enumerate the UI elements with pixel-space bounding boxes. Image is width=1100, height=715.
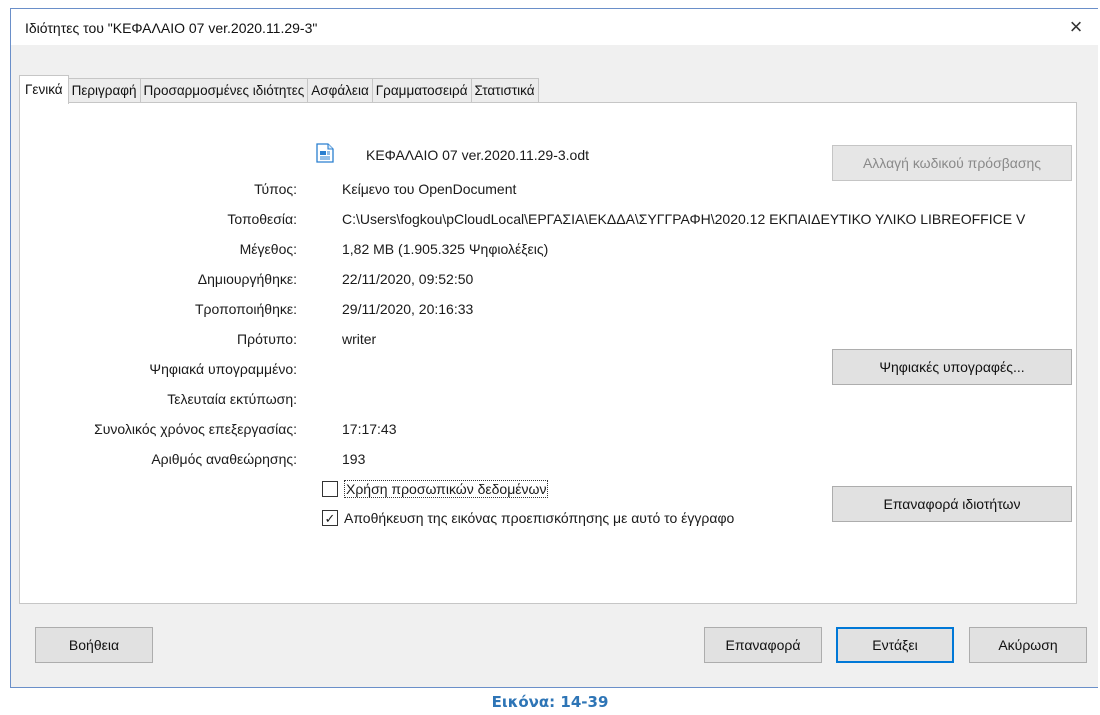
- help-button[interactable]: Βοήθεια: [35, 627, 153, 663]
- reset-button[interactable]: Επαναφορά: [704, 627, 822, 663]
- size-label: Μέγεθος:: [239, 241, 297, 257]
- writer-document-icon: [316, 143, 334, 163]
- tab-security[interactable]: Ασφάλεια: [307, 78, 373, 103]
- location-value: C:\Users\fogkou\pCloudLocal\ΕΡΓΑΣΙΑ\ΕΚΔΔ…: [342, 211, 1026, 227]
- dialog-title: Ιδιότητες του "ΚΕΦΑΛΑΙΟ 07 ver.2020.11.2…: [25, 20, 318, 36]
- modified-value: 29/11/2020, 20:16:33: [342, 301, 474, 317]
- ok-button[interactable]: Εντάξει: [836, 627, 954, 663]
- template-value: writer: [342, 331, 377, 347]
- reset-properties-button[interactable]: Επαναφορά ιδιοτήτων: [832, 486, 1072, 522]
- tab-description[interactable]: Περιγραφή: [67, 78, 141, 103]
- revision-number-value: 193: [342, 451, 366, 467]
- revision-number-label: Αριθμός αναθεώρησης:: [151, 451, 297, 467]
- created-label: Δημιουργήθηκε:: [197, 271, 297, 287]
- tab-font[interactable]: Γραμματοσειρά: [371, 78, 472, 103]
- close-button[interactable]: ×: [1062, 13, 1090, 41]
- tab-custom-properties[interactable]: Προσαρμοσμένες ιδιότητες: [139, 78, 309, 103]
- type-label: Τύπος:: [254, 181, 297, 197]
- total-editing-time-label: Συνολικός χρόνος επεξεργασίας:: [94, 421, 297, 437]
- location-label: Τοποθεσία:: [227, 211, 297, 227]
- use-user-data-row[interactable]: Χρήση προσωπικών δεδομένων: [322, 480, 549, 498]
- general-tab-panel: ΚΕΦΑΛΑΙΟ 07 ver.2020.11.29-3.odt Αλλαγή …: [19, 102, 1077, 604]
- digital-signatures-button[interactable]: Ψηφιακές υπογραφές...: [832, 349, 1072, 385]
- tab-general[interactable]: Γενικά: [19, 75, 69, 104]
- tab-statistics[interactable]: Στατιστικά: [470, 78, 539, 103]
- tab-bar: Γενικά Περιγραφή Προσαρμοσμένες ιδιότητε…: [19, 75, 539, 104]
- change-password-button[interactable]: Αλλαγή κωδικού πρόσβασης: [832, 145, 1072, 181]
- use-user-data-checkbox[interactable]: [322, 481, 338, 497]
- document-properties-dialog: Ιδιότητες του "ΚΕΦΑΛΑΙΟ 07 ver.2020.11.2…: [10, 8, 1098, 688]
- template-label: Πρότυπο:: [237, 331, 297, 347]
- modified-label: Τροποποιήθηκε:: [195, 301, 297, 317]
- close-icon: ×: [1069, 14, 1083, 39]
- last-printed-label: Τελευταία εκτύπωση:: [167, 391, 297, 407]
- digitally-signed-label: Ψηφιακά υπογραμμένο:: [149, 361, 297, 377]
- size-value: 1,82 MB (1.905.325 Ψηφιολέξεις): [342, 241, 549, 257]
- save-preview-row[interactable]: ✓ Αποθήκευση της εικόνας προεπισκόπησης …: [322, 510, 734, 526]
- cancel-button[interactable]: Ακύρωση: [969, 627, 1087, 663]
- file-name: ΚΕΦΑΛΑΙΟ 07 ver.2020.11.29-3.odt: [366, 147, 589, 163]
- title-bar: Ιδιότητες του "ΚΕΦΑΛΑΙΟ 07 ver.2020.11.2…: [11, 9, 1098, 45]
- save-preview-label: Αποθήκευση της εικόνας προεπισκόπησης με…: [344, 510, 735, 526]
- created-value: 22/11/2020, 09:52:50: [342, 271, 474, 287]
- total-editing-time-value: 17:17:43: [342, 421, 397, 437]
- figure-caption: Εικόνα: 14-39: [491, 693, 609, 711]
- use-user-data-label: Χρήση προσωπικών δεδομένων: [344, 480, 549, 498]
- type-value: Κείμενο του OpenDocument: [342, 181, 517, 197]
- save-preview-checkbox[interactable]: ✓: [322, 510, 338, 526]
